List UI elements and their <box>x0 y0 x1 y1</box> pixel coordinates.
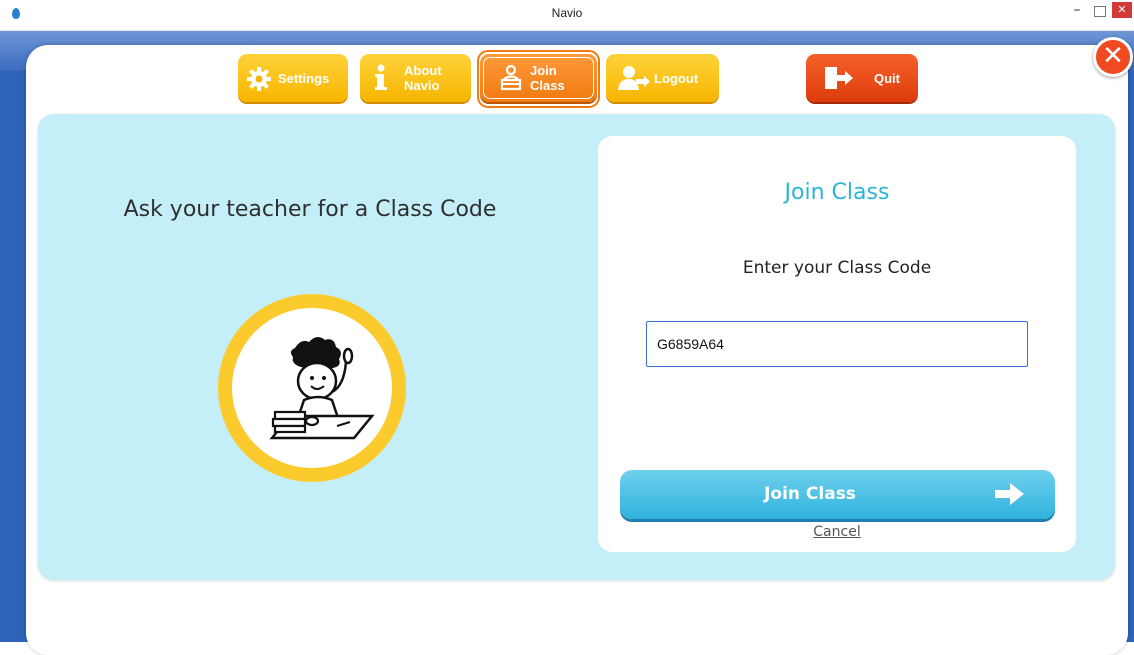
join-class-button[interactable]: Join Class <box>620 470 1055 519</box>
exit-door-icon <box>825 67 853 89</box>
join-class-button-label: Join Class <box>764 484 856 504</box>
about-navio-button[interactable]: About Navio <box>360 54 471 102</box>
quit-label: Quit <box>874 70 900 86</box>
close-panel-button[interactable]: ✕ <box>1093 37 1133 77</box>
settings-button[interactable]: Settings <box>238 54 348 102</box>
user-logout-icon <box>618 66 650 90</box>
class-code-prompt: Enter your Class Code <box>742 258 932 278</box>
about-label-line1: About <box>404 63 442 78</box>
gear-icon <box>247 67 271 91</box>
join-tab-label-line2: Class <box>530 78 565 93</box>
window-titlebar: Navio – ✕ <box>0 0 1134 31</box>
maximize-button[interactable] <box>1094 6 1106 17</box>
student-desk-icon <box>500 65 522 91</box>
student-raising-hand-icon <box>269 336 375 440</box>
join-class-tab[interactable]: Join Class <box>480 54 597 102</box>
logout-button[interactable]: Logout <box>606 54 719 102</box>
class-code-input[interactable] <box>646 321 1028 367</box>
student-raising-hand-illustration <box>218 294 406 482</box>
info-icon <box>375 64 387 90</box>
cancel-link[interactable]: Cancel <box>780 524 894 540</box>
settings-label: Settings <box>278 70 330 86</box>
logout-label: Logout <box>654 70 699 86</box>
card-title: Join Class <box>784 180 890 205</box>
window-close-button[interactable]: ✕ <box>1112 2 1132 18</box>
quit-button[interactable]: Quit <box>806 54 918 102</box>
minimize-button[interactable]: – <box>1070 3 1084 18</box>
class-code-instruction: Ask your teacher for a Class Code <box>123 197 497 222</box>
about-label-line2: Navio <box>404 78 440 93</box>
arrow-right-icon <box>995 483 1024 505</box>
window-title: Navio <box>551 6 583 20</box>
join-tab-label-line1: Join <box>530 63 557 78</box>
